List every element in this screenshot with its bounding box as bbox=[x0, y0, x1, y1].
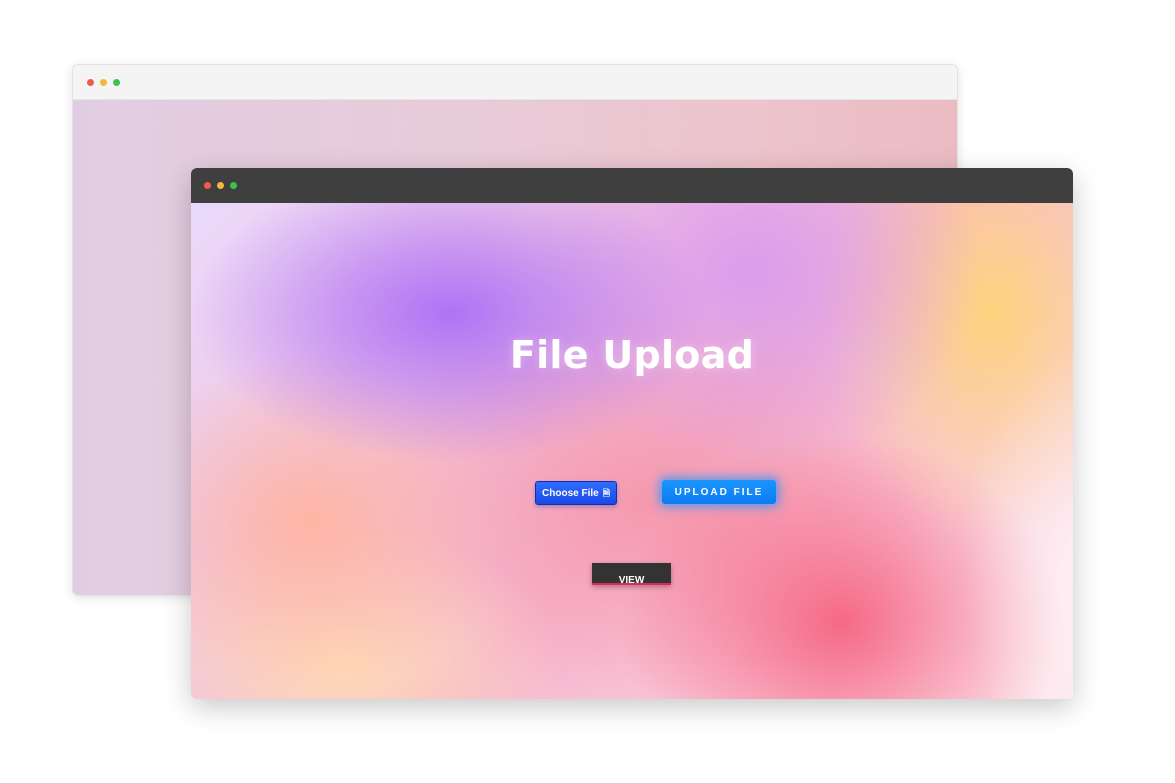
close-window-button[interactable] bbox=[204, 182, 211, 189]
minimize-window-button[interactable] bbox=[100, 78, 107, 86]
front-window-titlebar bbox=[191, 168, 1073, 203]
file-upload-page: File Upload Choose File 🗎 UPLOAD FILE VI… bbox=[191, 203, 1073, 699]
minimize-window-button[interactable] bbox=[217, 182, 224, 189]
view-button-label: VIEW bbox=[618, 575, 645, 586]
front-browser-window[interactable]: File Upload Choose File 🗎 UPLOAD FILE VI… bbox=[191, 168, 1073, 699]
file-icon: 🗎 bbox=[602, 487, 610, 498]
close-window-button[interactable] bbox=[87, 78, 94, 86]
stage: File Upload Choose File 🗎 UPLOAD FILE VI… bbox=[0, 0, 1175, 783]
view-button[interactable]: VIEW bbox=[592, 563, 671, 586]
choose-file-button[interactable]: Choose File 🗎 bbox=[535, 481, 617, 505]
maximize-window-button[interactable] bbox=[113, 78, 120, 86]
choose-file-label: Choose File bbox=[542, 487, 599, 499]
page-title: File Upload bbox=[509, 333, 755, 377]
maximize-window-button[interactable] bbox=[230, 182, 237, 189]
back-window-titlebar bbox=[73, 65, 957, 100]
upload-file-button[interactable]: UPLOAD FILE bbox=[662, 480, 776, 504]
